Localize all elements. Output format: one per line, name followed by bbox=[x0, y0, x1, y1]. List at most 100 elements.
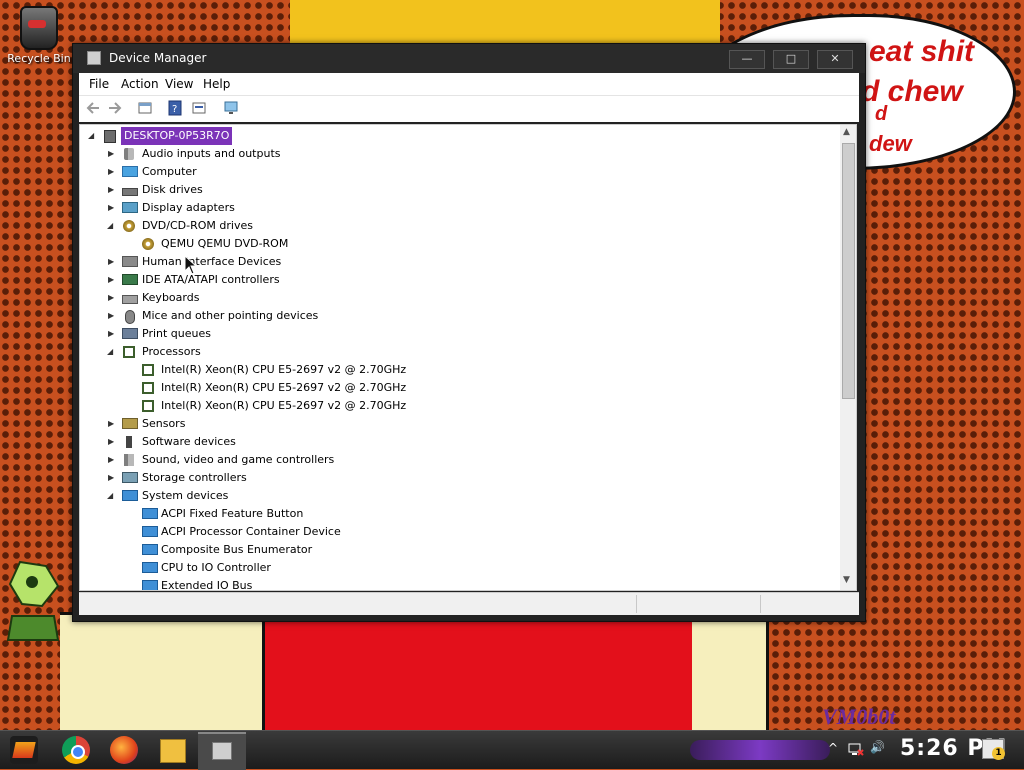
expand-chevron-icon[interactable]: ▶ bbox=[108, 469, 114, 487]
start-icon[interactable] bbox=[10, 736, 38, 764]
window-title: Device Manager bbox=[109, 51, 207, 65]
audio-icon bbox=[124, 148, 134, 160]
menu-action[interactable]: Action bbox=[121, 77, 159, 91]
taskbar-decoration bbox=[690, 740, 830, 760]
sound-icon bbox=[124, 454, 134, 466]
update-driver-icon[interactable] bbox=[191, 100, 207, 116]
monitor-icon bbox=[122, 166, 138, 177]
software-device-icon bbox=[126, 436, 132, 448]
category-label: Human Interface Devices bbox=[142, 255, 282, 268]
maximize-button[interactable]: □ bbox=[773, 50, 809, 69]
title-bar[interactable]: Device Manager — □ ✕ bbox=[73, 44, 865, 73]
expand-chevron-icon[interactable]: ▶ bbox=[108, 145, 114, 163]
category-label: Print queues bbox=[142, 327, 211, 340]
wallpaper-signature: VM0b0t bbox=[822, 704, 896, 729]
expand-chevron-icon[interactable]: ▶ bbox=[108, 271, 114, 289]
expand-chevron-icon[interactable]: ▶ bbox=[108, 325, 114, 343]
expand-chevron-icon[interactable]: ▶ bbox=[108, 181, 114, 199]
wallpaper-arm-left bbox=[60, 612, 273, 733]
collapse-chevron-icon[interactable]: ◢ bbox=[88, 127, 94, 145]
device-label: ACPI Processor Container Device bbox=[161, 525, 341, 538]
device-label: CPU to IO Controller bbox=[161, 561, 271, 574]
expand-chevron-icon[interactable]: ▶ bbox=[108, 415, 114, 433]
expand-chevron-icon[interactable]: ▶ bbox=[108, 451, 114, 469]
category-label: Storage controllers bbox=[142, 471, 247, 484]
system-device-icon bbox=[142, 580, 158, 590]
menu-file[interactable]: File bbox=[89, 77, 109, 91]
chrome-icon[interactable] bbox=[62, 736, 90, 764]
category-label: Display adapters bbox=[142, 201, 235, 214]
collapse-chevron-icon[interactable]: ◢ bbox=[107, 217, 113, 235]
recycle-bin-desktop-icon[interactable]: Recycle Bin bbox=[6, 6, 72, 65]
category-label: Audio inputs and outputs bbox=[142, 147, 281, 160]
recycle-bin-icon bbox=[20, 6, 58, 50]
device-manager-window: Device Manager — □ ✕ File Action View He… bbox=[72, 43, 866, 622]
expand-chevron-icon[interactable]: ▶ bbox=[108, 307, 114, 325]
processor-icon bbox=[142, 382, 154, 394]
forward-icon[interactable] bbox=[107, 100, 123, 116]
root-label: DESKTOP-0P53R7O bbox=[121, 127, 233, 145]
system-device-icon bbox=[142, 544, 158, 555]
device-tree[interactable]: ◢ DESKTOP-0P53R7O ▶ Audio inputs and out… bbox=[79, 124, 848, 591]
tray-chevron-icon[interactable]: ^ bbox=[828, 741, 838, 755]
menu-bar: File Action View Help bbox=[79, 73, 859, 95]
network-icon[interactable] bbox=[848, 741, 864, 757]
computer-icon bbox=[104, 130, 116, 143]
scroll-up-icon[interactable]: ▲ bbox=[843, 127, 850, 137]
back-icon[interactable] bbox=[85, 100, 101, 116]
printer-icon bbox=[122, 328, 138, 339]
collapse-chevron-icon[interactable]: ◢ bbox=[107, 343, 113, 361]
notification-count-badge: 1 bbox=[992, 747, 1005, 760]
processor-icon bbox=[123, 346, 135, 358]
device-label: Intel(R) Xeon(R) CPU E5-2697 v2 @ 2.70GH… bbox=[161, 363, 407, 376]
minimize-button[interactable]: — bbox=[729, 50, 765, 69]
properties-icon[interactable] bbox=[137, 100, 153, 116]
disk-icon bbox=[122, 188, 138, 196]
expand-chevron-icon[interactable]: ▶ bbox=[108, 253, 114, 271]
category-label: Sound, video and game controllers bbox=[142, 453, 335, 466]
menu-view[interactable]: View bbox=[165, 77, 193, 91]
menu-help[interactable]: Help bbox=[203, 77, 230, 91]
bubble-text-3: d bbox=[875, 103, 888, 125]
device-label: Intel(R) Xeon(R) CPU E5-2697 v2 @ 2.70GH… bbox=[161, 381, 407, 394]
collapse-chevron-icon[interactable]: ◢ bbox=[107, 487, 113, 505]
device-label: QEMU QEMU DVD-ROM bbox=[161, 237, 289, 250]
system-device-icon bbox=[142, 562, 158, 573]
volume-icon[interactable]: 🔊 bbox=[870, 740, 885, 754]
scroll-down-icon[interactable]: ▼ bbox=[843, 575, 850, 585]
category-label: IDE ATA/ATAPI controllers bbox=[142, 273, 280, 286]
device-label: ACPI Fixed Feature Button bbox=[161, 507, 304, 520]
category-label: System devices bbox=[142, 489, 229, 502]
file-explorer-icon[interactable] bbox=[160, 739, 186, 763]
bubble-text-4: dew bbox=[869, 131, 912, 156]
help-icon[interactable]: ? bbox=[167, 100, 183, 116]
monitor-icon[interactable] bbox=[223, 100, 239, 116]
ide-icon bbox=[122, 274, 138, 285]
status-divider bbox=[760, 595, 761, 613]
processor-icon bbox=[142, 400, 154, 412]
category-label: Software devices bbox=[142, 435, 236, 448]
expand-chevron-icon[interactable]: ▶ bbox=[108, 433, 114, 451]
mouse-icon bbox=[125, 310, 135, 324]
system-device-icon bbox=[142, 526, 158, 537]
recycle-bin-label: Recycle Bin bbox=[7, 52, 71, 65]
taskbar: ^ 🔊 5:26 PM 1 bbox=[0, 730, 1024, 770]
expand-chevron-icon[interactable]: ▶ bbox=[108, 163, 114, 181]
status-bar bbox=[79, 592, 859, 615]
device-label: Extended IO Bus bbox=[161, 579, 253, 591]
vertical-scrollbar[interactable]: ▲ ▼ bbox=[840, 124, 857, 591]
peridot-gem-icon bbox=[6, 560, 60, 641]
svg-text:?: ? bbox=[172, 104, 177, 115]
system-device-icon bbox=[142, 508, 158, 519]
expand-chevron-icon[interactable]: ▶ bbox=[108, 199, 114, 217]
device-manager-app-icon bbox=[87, 51, 101, 65]
device-manager-icon[interactable] bbox=[198, 732, 246, 770]
firefox-icon[interactable] bbox=[110, 736, 138, 764]
close-button[interactable]: ✕ bbox=[817, 50, 853, 69]
bubble-text-1: eat shit bbox=[869, 35, 975, 68]
wallpaper-arm-right bbox=[692, 612, 769, 730]
scroll-thumb[interactable] bbox=[842, 143, 855, 399]
category-label: Sensors bbox=[142, 417, 186, 430]
hid-icon bbox=[122, 256, 138, 267]
expand-chevron-icon[interactable]: ▶ bbox=[108, 289, 114, 307]
